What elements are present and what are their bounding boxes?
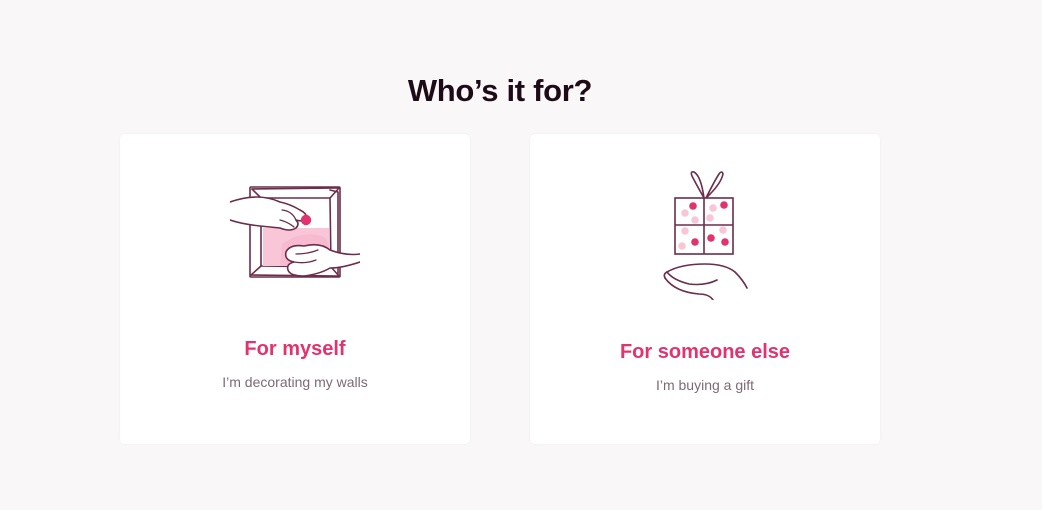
for-someone-else-title: For someone else xyxy=(619,341,791,363)
gift-box-on-hand-icon xyxy=(663,171,748,300)
for-someone-else-subtitle: I’m buying a gift xyxy=(655,377,755,393)
for-someone-else-card[interactable]: For someone else I’m buying a gift xyxy=(530,134,880,444)
page-title: Who’s it for? xyxy=(407,72,593,108)
for-myself-subtitle: I’m decorating my walls xyxy=(222,374,368,390)
framed-picture-in-hands-icon xyxy=(230,186,360,278)
for-myself-title: For myself xyxy=(244,338,346,360)
for-myself-card[interactable]: For myself I’m decorating my walls xyxy=(120,134,470,444)
